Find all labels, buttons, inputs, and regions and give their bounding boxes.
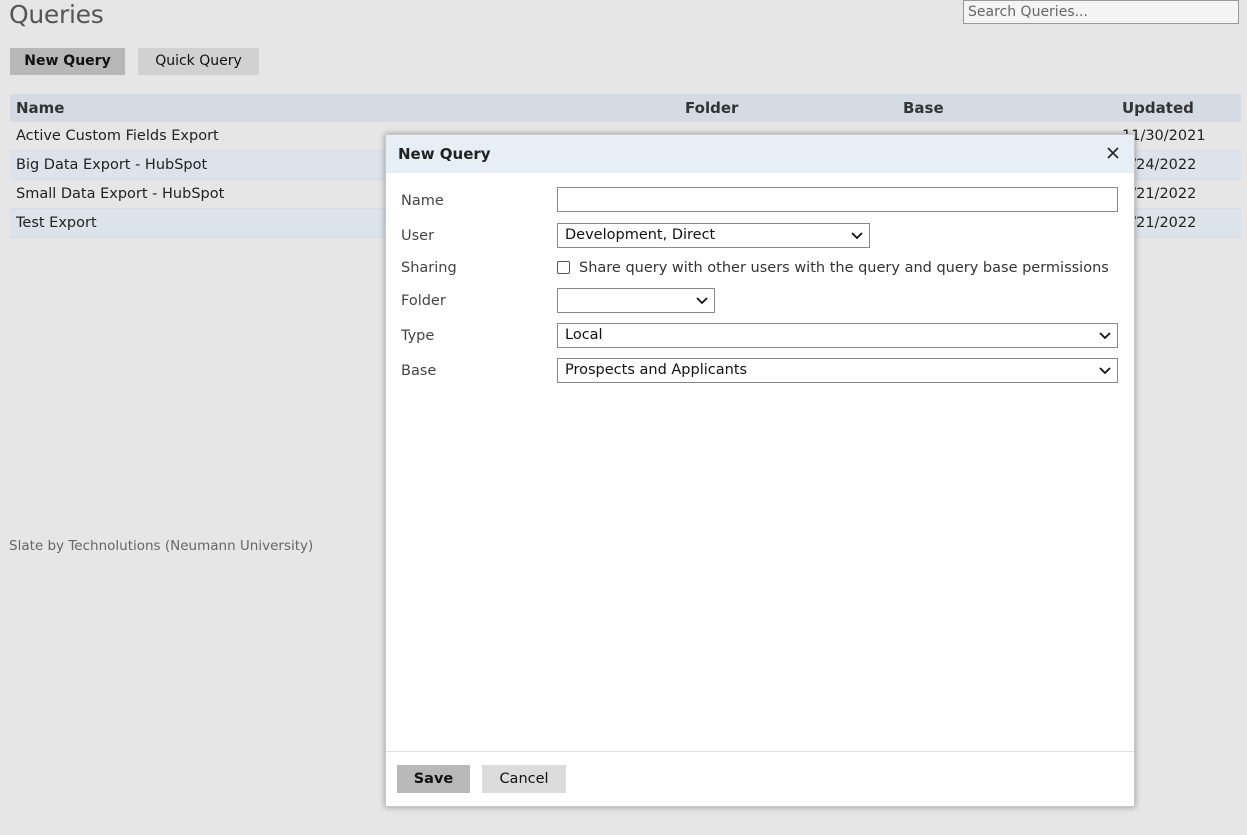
- folder-select[interactable]: [557, 288, 715, 313]
- chevron-down-icon: [1099, 367, 1111, 375]
- chevron-down-icon: [696, 297, 708, 305]
- footer-credit: Slate by Technolutions (Neumann Universi…: [9, 538, 314, 554]
- sharing-checkbox[interactable]: [557, 261, 570, 274]
- sharing-checkbox-label[interactable]: Share query with other users with the qu…: [579, 260, 1109, 276]
- type-select[interactable]: Local: [557, 323, 1118, 348]
- folder-label: Folder: [401, 293, 446, 309]
- user-select-value: Development, Direct: [565, 227, 716, 243]
- column-header-folder[interactable]: Folder: [679, 94, 897, 122]
- save-button[interactable]: Save: [397, 765, 470, 793]
- base-select[interactable]: Prospects and Applicants: [557, 358, 1118, 383]
- user-label: User: [401, 228, 435, 244]
- new-query-button[interactable]: New Query: [10, 48, 125, 75]
- close-button[interactable]: [1104, 144, 1122, 162]
- base-label: Base: [401, 363, 437, 379]
- dialog-title: New Query: [398, 145, 491, 163]
- user-select[interactable]: Development, Direct: [557, 223, 870, 248]
- search-input[interactable]: [963, 0, 1239, 24]
- dialog-header: New Query: [386, 135, 1134, 173]
- name-label: Name: [401, 193, 444, 209]
- name-field[interactable]: [557, 187, 1118, 212]
- table-header-row: Name Folder Base Updated: [10, 94, 1241, 122]
- column-header-base[interactable]: Base: [897, 94, 1116, 122]
- sharing-label: Sharing: [401, 260, 457, 276]
- base-select-value: Prospects and Applicants: [565, 362, 748, 378]
- dialog-footer: Save Cancel: [386, 751, 1134, 806]
- close-icon: [1107, 147, 1119, 159]
- column-header-name[interactable]: Name: [10, 94, 679, 122]
- quick-query-button[interactable]: Quick Query: [138, 48, 259, 75]
- column-header-updated[interactable]: Updated: [1116, 94, 1241, 122]
- type-label: Type: [401, 328, 435, 344]
- type-select-value: Local: [565, 327, 603, 343]
- page-title: Queries: [9, 0, 104, 29]
- new-query-dialog: New Query Name User Development, Direct …: [385, 134, 1135, 807]
- chevron-down-icon: [1099, 332, 1111, 340]
- cancel-button[interactable]: Cancel: [482, 765, 566, 793]
- chevron-down-icon: [851, 232, 863, 240]
